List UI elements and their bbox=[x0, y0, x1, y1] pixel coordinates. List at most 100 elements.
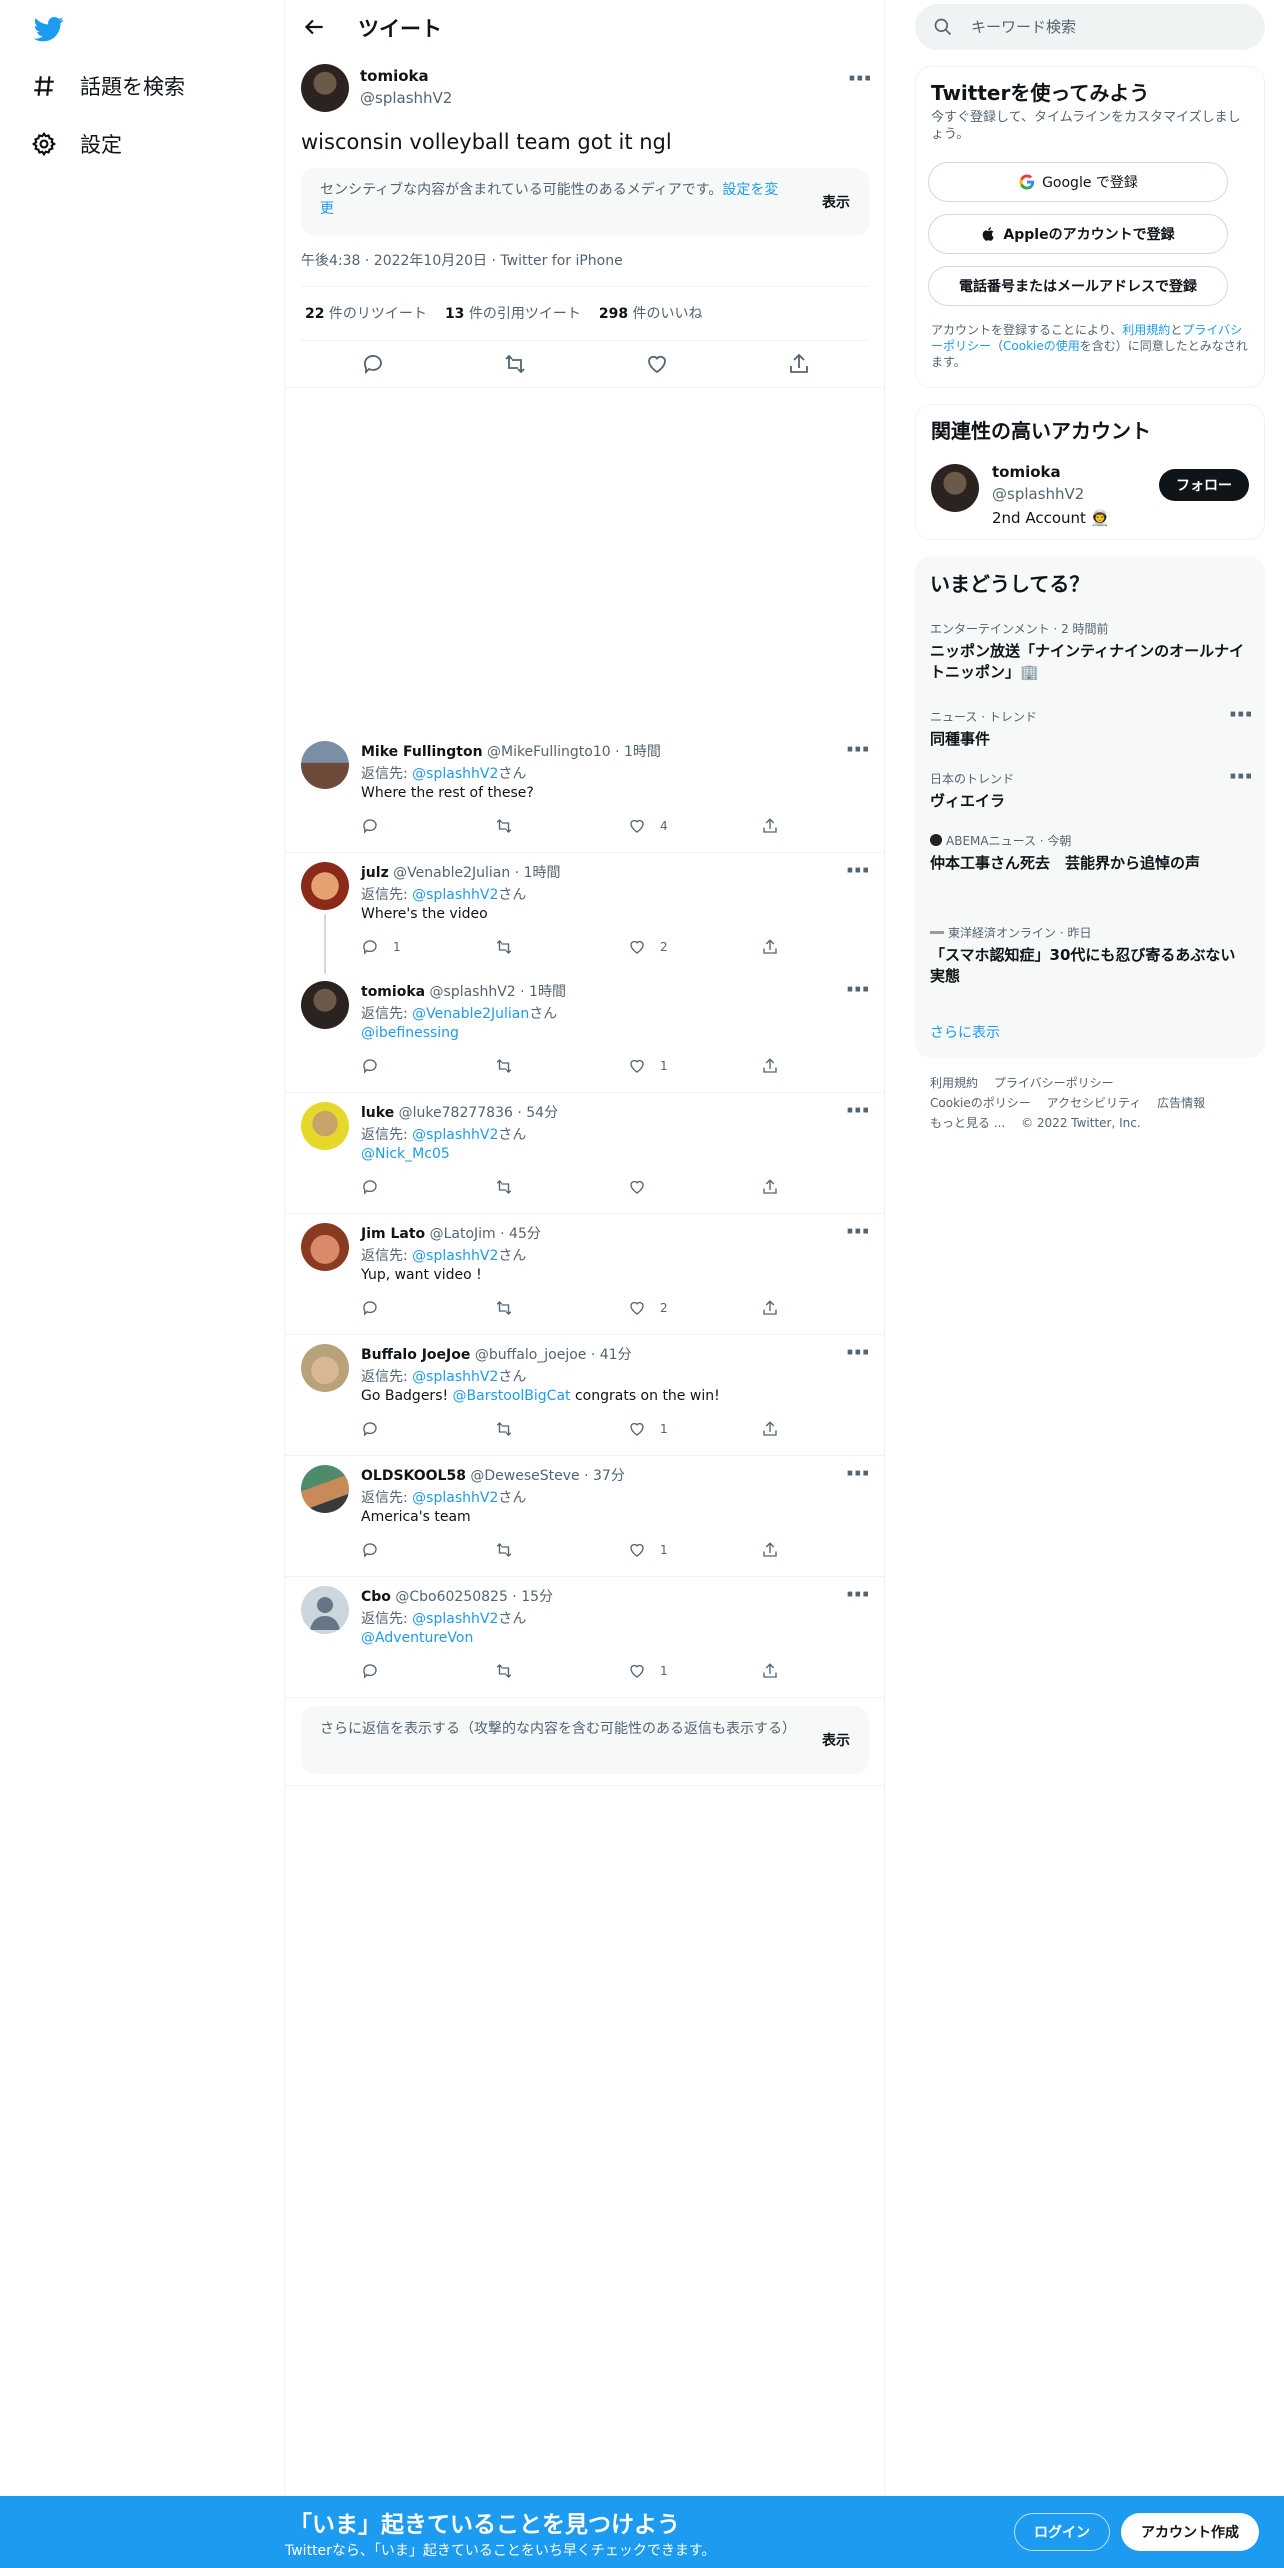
avatar[interactable] bbox=[301, 981, 349, 1029]
more-icon[interactable] bbox=[845, 1459, 869, 1489]
more-icon[interactable] bbox=[845, 1217, 869, 1247]
reply-author-handle[interactable]: @MikeFullingto10 · 1時間 bbox=[487, 744, 661, 760]
trend-item[interactable]: ニュース · トレンド 同種事件 bbox=[930, 700, 1252, 750]
retweet-button[interactable] bbox=[495, 1541, 513, 1559]
share-icon[interactable] bbox=[787, 352, 811, 376]
avatar[interactable] bbox=[301, 64, 349, 112]
like-button[interactable] bbox=[628, 1178, 660, 1196]
like-button[interactable]: 1 bbox=[628, 1420, 668, 1438]
reply-button[interactable] bbox=[361, 1420, 393, 1438]
like-button[interactable]: 4 bbox=[628, 817, 668, 835]
google-signup-button[interactable]: Google で登録 bbox=[928, 162, 1228, 202]
avatar[interactable] bbox=[931, 464, 979, 512]
reply-author-name[interactable]: OLDSKOOL58 bbox=[361, 1468, 466, 1484]
author-handle[interactable]: @splashhV2 bbox=[360, 89, 452, 107]
nav-explore[interactable]: 話題を検索 bbox=[30, 71, 185, 101]
more-icon[interactable] bbox=[845, 856, 869, 886]
share-button[interactable] bbox=[761, 1057, 779, 1075]
mention-link[interactable]: @AdventureVon bbox=[361, 1630, 473, 1646]
share-button[interactable] bbox=[761, 1178, 779, 1196]
like-button[interactable]: 1 bbox=[628, 1057, 668, 1075]
reply-to-link[interactable]: @Venable2Julian bbox=[412, 1006, 529, 1022]
retweet-button[interactable] bbox=[495, 817, 513, 835]
search-input[interactable] bbox=[971, 16, 1241, 38]
reply-author-name[interactable]: tomioka bbox=[361, 984, 425, 1000]
footer-link[interactable]: 利用規約 bbox=[930, 1076, 978, 1090]
avatar[interactable] bbox=[301, 741, 349, 789]
retweet-button[interactable] bbox=[495, 1299, 513, 1317]
footer-link[interactable]: プライバシーポリシー bbox=[994, 1076, 1114, 1090]
back-arrow-icon[interactable] bbox=[301, 14, 327, 40]
avatar[interactable] bbox=[301, 1465, 349, 1513]
more-icon[interactable] bbox=[845, 735, 869, 765]
like-button[interactable]: 1 bbox=[628, 1541, 668, 1559]
reply-author-handle[interactable]: @LatoJim · 45分 bbox=[430, 1226, 541, 1242]
reply-button[interactable] bbox=[361, 1057, 393, 1075]
reply-button[interactable]: 1 bbox=[361, 938, 401, 956]
reply-button[interactable] bbox=[361, 1662, 393, 1680]
share-button[interactable] bbox=[761, 1420, 779, 1438]
like-button[interactable]: 2 bbox=[628, 938, 668, 956]
share-button[interactable] bbox=[761, 817, 779, 835]
reply-author-name[interactable]: Mike Fullington bbox=[361, 744, 483, 760]
like-count[interactable]: 298 件のいいね bbox=[599, 303, 703, 323]
search-box[interactable] bbox=[915, 4, 1265, 50]
reply-to-link[interactable]: @splashhV2 bbox=[412, 766, 498, 782]
trend-item[interactable]: 日本のトレンド ヴィエイラ bbox=[930, 762, 1252, 812]
trend-item[interactable]: ABEMAニュース · 今朝 仲本工事さん死去 芸能界から追悼の声 bbox=[930, 832, 1250, 874]
twitter-logo-icon[interactable] bbox=[32, 14, 66, 44]
footer-link[interactable]: アクセシビリティ bbox=[1047, 1096, 1142, 1110]
more-icon[interactable] bbox=[845, 1096, 869, 1126]
more-icon[interactable] bbox=[1228, 762, 1252, 792]
more-icon[interactable] bbox=[1228, 700, 1252, 730]
show-more-replies-button[interactable]: 表示 bbox=[822, 1730, 850, 1750]
share-button[interactable] bbox=[761, 938, 779, 956]
mention-link[interactable]: @BarstoolBigCat bbox=[453, 1388, 571, 1404]
more-icon[interactable] bbox=[845, 1580, 869, 1610]
create-account-button[interactable]: アカウント作成 bbox=[1121, 2513, 1259, 2551]
default-avatar[interactable] bbox=[301, 1586, 349, 1634]
share-button[interactable] bbox=[761, 1299, 779, 1317]
trend-item[interactable]: 東洋経済オンライン · 昨日 「スマホ認知症」30代にも忍び寄るあぶない実態 bbox=[930, 924, 1250, 987]
footer-link[interactable]: 広告情報 bbox=[1157, 1096, 1205, 1110]
reply-button[interactable] bbox=[361, 1299, 393, 1317]
retweet-icon[interactable] bbox=[503, 352, 527, 376]
reply-author-handle[interactable]: @splashhV2 · 1時間 bbox=[430, 984, 566, 1000]
terms-of-service-link[interactable]: 利用規約 bbox=[1122, 323, 1170, 337]
retweet-button[interactable] bbox=[495, 1420, 513, 1438]
mention-link[interactable]: @ibefinessing bbox=[361, 1025, 459, 1041]
apple-signup-button[interactable]: Appleのアカウントで登録 bbox=[928, 214, 1228, 254]
reply-to-link[interactable]: @splashhV2 bbox=[412, 1127, 498, 1143]
show-more-replies[interactable]: さらに返信を表示する（攻撃的な内容を含む可能性のある返信も表示する） 表示 bbox=[301, 1706, 869, 1774]
tweet-meta[interactable]: 午後4:38 · 2022年10月20日 · Twitter for iPhon… bbox=[301, 250, 623, 270]
reply-author-handle[interactable]: @luke78277836 · 54分 bbox=[399, 1105, 558, 1121]
avatar[interactable] bbox=[301, 1344, 349, 1392]
like-button[interactable]: 1 bbox=[628, 1662, 668, 1680]
show-more-trends-link[interactable]: さらに表示 bbox=[930, 1022, 1000, 1042]
more-icon[interactable] bbox=[845, 975, 869, 1005]
reply-author-name[interactable]: Cbo bbox=[361, 1589, 391, 1605]
show-media-button[interactable]: 表示 bbox=[822, 192, 850, 212]
share-button[interactable] bbox=[761, 1662, 779, 1680]
reply-button[interactable] bbox=[361, 1178, 393, 1196]
avatar[interactable] bbox=[301, 862, 349, 910]
follow-button[interactable]: フォロー bbox=[1159, 469, 1249, 501]
reply-to-link[interactable]: @splashhV2 bbox=[412, 1490, 498, 1506]
reply-button[interactable] bbox=[361, 817, 393, 835]
avatar[interactable] bbox=[301, 1223, 349, 1271]
retweet-button[interactable] bbox=[495, 1662, 513, 1680]
reply-author-handle[interactable]: @DeweseSteve · 37分 bbox=[470, 1468, 624, 1484]
quote-count[interactable]: 13 件の引用ツイート bbox=[445, 303, 581, 323]
like-button[interactable]: 2 bbox=[628, 1299, 668, 1317]
avatar[interactable] bbox=[301, 1102, 349, 1150]
retweet-button[interactable] bbox=[495, 1178, 513, 1196]
reply-to-link[interactable]: @splashhV2 bbox=[412, 1248, 498, 1264]
reply-author-handle[interactable]: @Venable2Julian · 1時間 bbox=[393, 865, 560, 881]
reply-author-name[interactable]: luke bbox=[361, 1105, 394, 1121]
reply-to-link[interactable]: @splashhV2 bbox=[412, 1611, 498, 1627]
footer-link[interactable]: Cookieのポリシー bbox=[930, 1096, 1031, 1110]
reply-to-link[interactable]: @splashhV2 bbox=[412, 1369, 498, 1385]
phone-email-signup-button[interactable]: 電話番号またはメールアドレスで登録 bbox=[928, 266, 1228, 306]
relevant-name[interactable]: tomioka bbox=[992, 463, 1061, 481]
reply-button[interactable] bbox=[361, 1541, 393, 1559]
